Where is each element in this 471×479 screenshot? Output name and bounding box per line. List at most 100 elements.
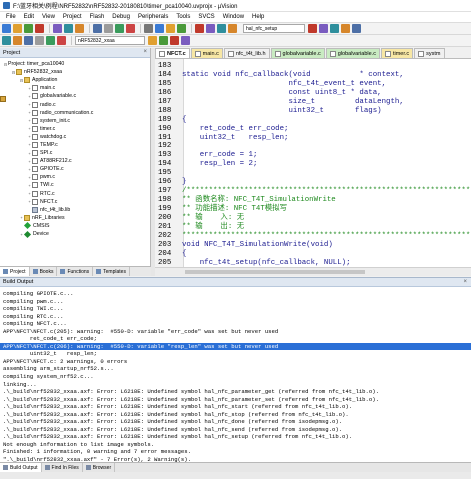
find-combo[interactable]: hal_nfc_setup xyxy=(243,24,305,33)
file-tab[interactable]: timer.c xyxy=(380,48,414,58)
debug-icon[interactable] xyxy=(330,24,339,33)
code-line[interactable]: 186 const uint8_t * data, xyxy=(155,89,471,98)
build-icon[interactable] xyxy=(13,36,22,45)
search-icon[interactable] xyxy=(319,24,328,33)
undo-icon[interactable] xyxy=(93,24,102,33)
save-icon[interactable] xyxy=(24,24,33,33)
tab-templates[interactable]: Templates xyxy=(93,267,130,276)
save-all-icon[interactable] xyxy=(35,24,44,33)
code-line[interactable]: 196} xyxy=(155,178,471,187)
tree-item[interactable]: + radio_communication.c xyxy=(0,109,150,117)
code-line[interactable]: 193 err_code = 1; xyxy=(155,151,471,160)
tree-item[interactable]: + globalvariable.c xyxy=(0,92,150,100)
output-line[interactable]: APP\NFCT\NFCT.c(205): warning: #550-D: v… xyxy=(3,328,471,336)
tree-item[interactable]: + watchdog.c xyxy=(0,133,150,141)
menu-item-peripherals[interactable]: Peripherals xyxy=(134,14,172,20)
code-line[interactable]: 204 { xyxy=(155,250,471,259)
target-select[interactable]: nRF52832_xxaa xyxy=(75,36,145,45)
file-tab[interactable]: main.c xyxy=(190,48,223,58)
prev-bookmark-icon[interactable] xyxy=(155,24,164,33)
tree-item[interactable]: + RTC.c xyxy=(0,190,150,198)
code-line[interactable]: 184 static void nfc_callback(void * conte… xyxy=(155,71,471,80)
output-line[interactable]: compiling system_nrf52.c... xyxy=(3,373,471,381)
tree-item[interactable]: + timer.c xyxy=(0,125,150,133)
menu-item-view[interactable]: View xyxy=(38,14,59,20)
copy-icon[interactable] xyxy=(64,24,73,33)
tree-item[interactable]: + main.c xyxy=(0,84,150,92)
batch-build-icon[interactable] xyxy=(35,36,44,45)
file-tab[interactable]: globalvariable.c xyxy=(325,48,380,58)
tree-item[interactable]: + nRF_Libraries xyxy=(0,214,150,222)
menu-item-edit[interactable]: Edit xyxy=(20,14,38,20)
paste-icon[interactable] xyxy=(75,24,84,33)
code-line[interactable]: 185 nfc_t4t_event_t event, xyxy=(155,80,471,89)
editor-horizontal-scrollbar[interactable] xyxy=(155,267,471,276)
code-line[interactable]: 198 ** 函数名称: NFC_T4T_SimulationWrite xyxy=(155,196,471,205)
output-line[interactable]: APP\NFCT\NFCT.c(206): warning: #550-D: v… xyxy=(0,342,471,351)
build-output-pane[interactable]: compiling GPIOTE.c... compiling pwm.c... c… xyxy=(0,287,471,462)
bookmark-icon[interactable] xyxy=(144,24,153,33)
tree-item[interactable]: + NFCT.c xyxy=(0,198,150,206)
output-line[interactable]: .\_build\nrf52832_xxaa.axf: Error: L6218… xyxy=(3,388,471,396)
menu-item-debug[interactable]: Debug xyxy=(108,14,134,20)
forward-icon[interactable] xyxy=(126,24,135,33)
tree-item[interactable]: + SPI.c xyxy=(0,149,150,157)
code-line[interactable]: 194 resp_len = 2; xyxy=(155,160,471,169)
code-line[interactable]: 205 nfc_t4t_setup(nfc_callback, NULL); xyxy=(155,259,471,267)
code-line[interactable]: 201 ** 输 出: 无 xyxy=(155,223,471,232)
clear-bookmarks-icon[interactable] xyxy=(177,24,186,33)
output-line[interactable]: .\_build\nrf52832_xxaa.axf: Error: L6218… xyxy=(3,426,471,434)
open-icon[interactable] xyxy=(13,24,22,33)
menu-item-tools[interactable]: Tools xyxy=(172,14,194,20)
tab-build-output[interactable]: Build Output xyxy=(0,463,42,472)
menu-item-window[interactable]: Window xyxy=(219,14,248,20)
pack-installer-icon[interactable] xyxy=(170,36,179,45)
tree-item[interactable]: + TWI.c xyxy=(0,181,150,189)
menu-item-help[interactable]: Help xyxy=(248,14,268,20)
code-line[interactable]: 188 uint32_t flags) xyxy=(155,107,471,116)
code-line[interactable]: 203 void NFC_T4T_SimulationWrite(void) xyxy=(155,241,471,250)
code-line[interactable]: 195 xyxy=(155,169,471,178)
tree-item[interactable]: + radio.c xyxy=(0,100,150,108)
tab-books[interactable]: Books xyxy=(30,267,58,276)
file-tab[interactable]: NFCT.c xyxy=(155,48,190,58)
code-line[interactable]: 192 xyxy=(155,142,471,151)
new-file-icon[interactable] xyxy=(2,24,11,33)
code-line[interactable]: 187 size_t dataLength, xyxy=(155,98,471,107)
unindent-icon[interactable] xyxy=(206,24,215,33)
tree-item[interactable]: ⊟ nRF52832_xxaa xyxy=(0,68,150,76)
output-line[interactable]: compiling NFCT.c... xyxy=(3,320,471,328)
code-line[interactable]: 200 ** 输 入: 无 xyxy=(155,214,471,223)
rebuild-icon[interactable] xyxy=(24,36,33,45)
project-panel-close-icon[interactable]: × xyxy=(143,49,147,55)
output-line[interactable]: .\_build\nrf52832_xxaa.axf: Error: L6218… xyxy=(3,411,471,419)
find-in-files-icon[interactable] xyxy=(308,24,317,33)
cut-icon[interactable] xyxy=(53,24,62,33)
file-tab[interactable]: nfc_t4t_lib.h xyxy=(223,48,270,58)
tree-item[interactable]: nfc_t4t_lib.lib xyxy=(0,206,150,214)
next-bookmark-icon[interactable] xyxy=(166,24,175,33)
output-line[interactable]: uint32_t resp_len; xyxy=(3,350,471,358)
tree-item[interactable]: + system_init.c xyxy=(0,117,150,125)
output-line[interactable]: .\_build\nrf52832_xxaa.axf: Error: L6218… xyxy=(3,403,471,411)
project-items-icon[interactable] xyxy=(181,36,190,45)
output-line[interactable]: APP\NFCT\NFCT.c: 2 warnings, 0 errors xyxy=(3,358,471,366)
output-line[interactable]: .\_build\nrf52832_xxaa.axf: Error: L6218… xyxy=(3,433,471,441)
code-line[interactable]: 191 uint32_t resp_len; xyxy=(155,134,471,143)
build-output-close-icon[interactable]: × xyxy=(463,279,467,285)
stop-build-icon[interactable] xyxy=(46,36,55,45)
output-line[interactable]: compiling pwm.c... xyxy=(3,298,471,306)
back-icon[interactable] xyxy=(115,24,124,33)
comment-icon[interactable] xyxy=(217,24,226,33)
tab-functions[interactable]: Functions xyxy=(57,267,94,276)
code-line[interactable]: 189 { xyxy=(155,116,471,125)
output-line[interactable]: compiling TWI.c... xyxy=(3,305,471,313)
output-line[interactable]: assembling arm_startup_nrf52.s... xyxy=(3,365,471,373)
indent-icon[interactable] xyxy=(195,24,204,33)
code-line[interactable]: 199 ** 功能描述: NFC T4T模拟写 xyxy=(155,205,471,214)
menu-item-flash[interactable]: Flash xyxy=(86,14,109,20)
target-options-icon[interactable] xyxy=(148,36,157,45)
file-tab[interactable]: globalvariable.c xyxy=(270,48,325,58)
layout-icon[interactable] xyxy=(352,24,361,33)
output-line[interactable]: .\_build\nrf52832_xxaa.axf: Error: L6218… xyxy=(3,418,471,426)
